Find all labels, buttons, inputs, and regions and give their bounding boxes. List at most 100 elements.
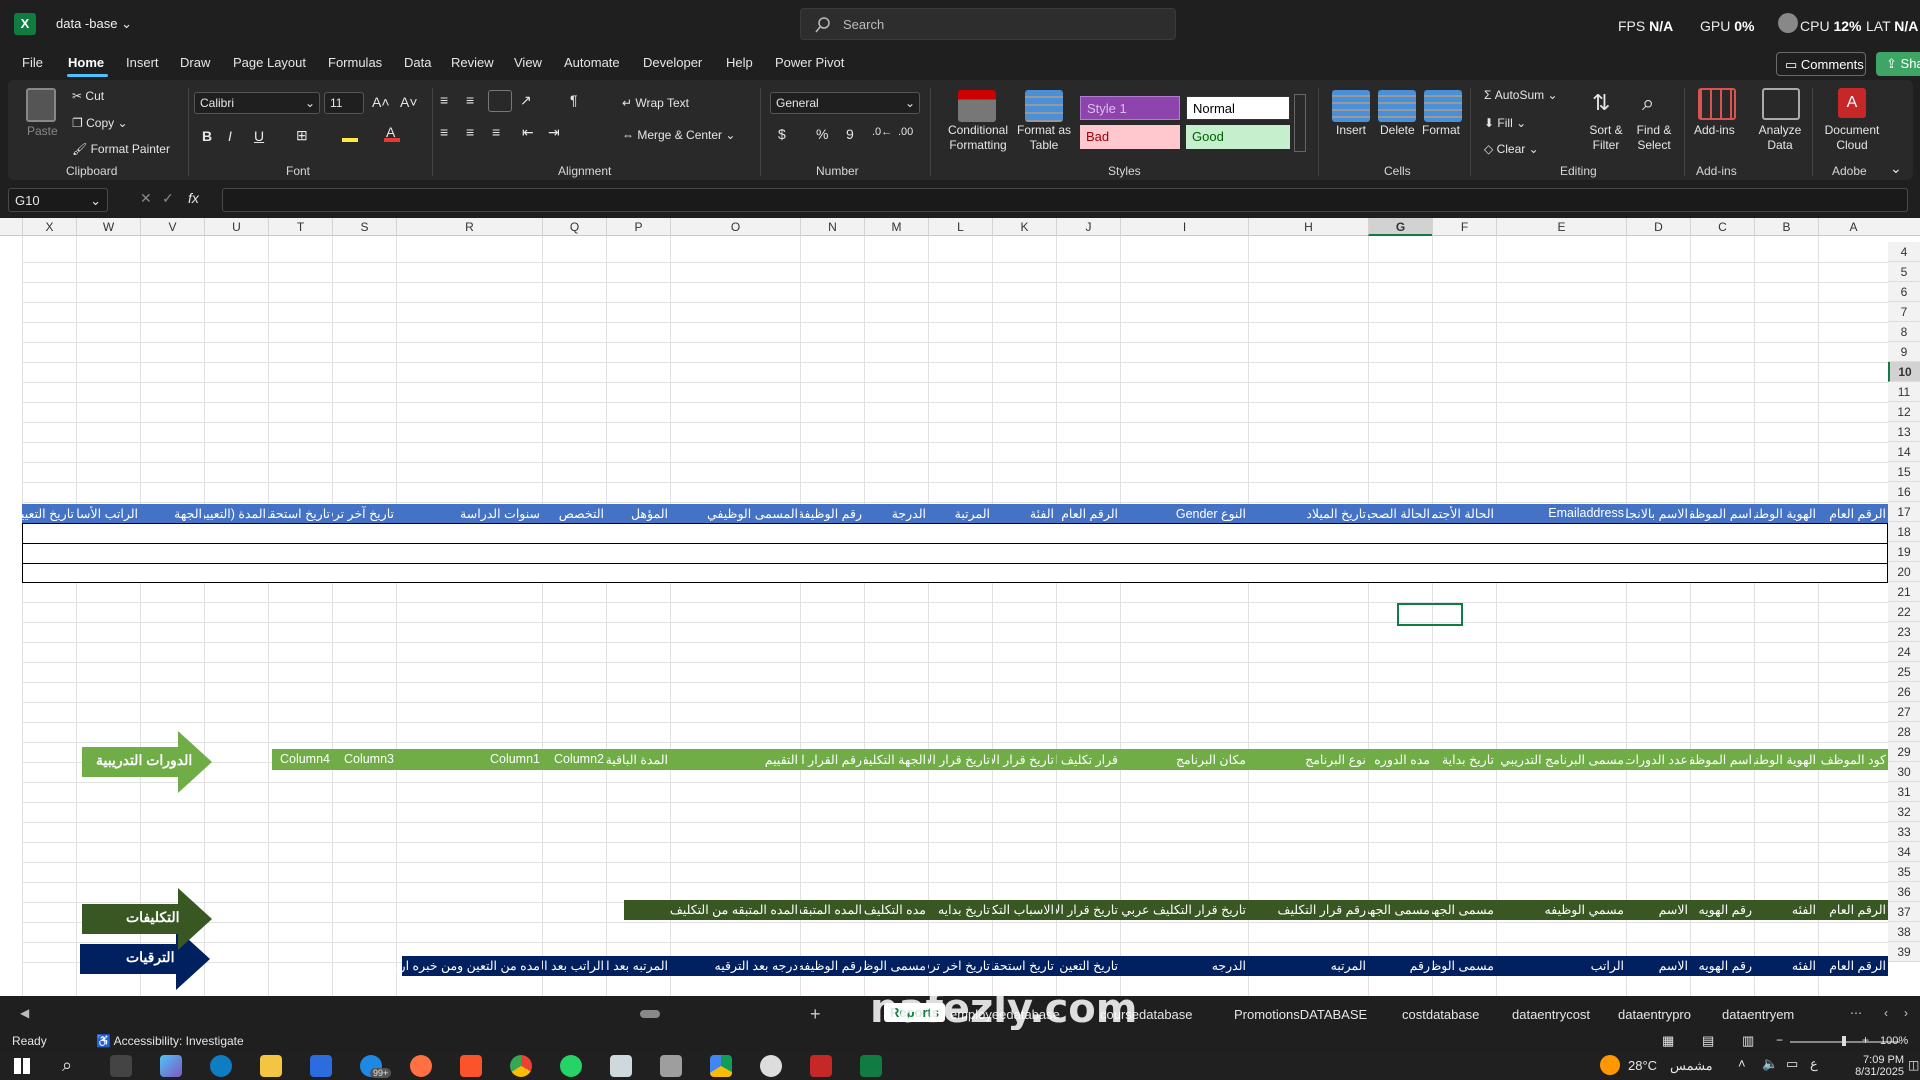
- column-header-u[interactable]: U: [204, 218, 268, 236]
- align-bottom-icon[interactable]: [488, 90, 512, 112]
- row-header-5[interactable]: 5: [1888, 262, 1920, 282]
- row-header-35[interactable]: 35: [1888, 862, 1920, 882]
- band-cell[interactable]: رقم الوظيفه: [800, 958, 862, 973]
- row-header-16[interactable]: 16: [1888, 482, 1920, 502]
- band-cell[interactable]: الحالة الصحية: [1368, 506, 1430, 521]
- avatar[interactable]: [1778, 13, 1798, 33]
- column-header-l[interactable]: L: [928, 218, 992, 236]
- row-header-18[interactable]: 18: [1888, 522, 1920, 542]
- column-header-x[interactable]: X: [22, 218, 76, 236]
- column-header-s[interactable]: S: [332, 218, 396, 236]
- zoom-out-icon[interactable]: −: [1776, 1033, 1783, 1047]
- row-header-15[interactable]: 15: [1888, 462, 1920, 482]
- row-header-31[interactable]: 31: [1888, 782, 1920, 802]
- whatsapp-icon[interactable]: [560, 1055, 582, 1077]
- collapse-ribbon-icon[interactable]: ⌄: [1890, 160, 1902, 177]
- tab-scroll-right-icon[interactable]: ›: [1904, 1006, 1908, 1020]
- band-cell[interactable]: المرتبه بعد الترقيه: [606, 958, 668, 973]
- menu-draw[interactable]: Draw: [180, 55, 210, 70]
- excel-icon[interactable]: X: [14, 13, 36, 35]
- page-break-view-icon[interactable]: ▥: [1742, 1033, 1754, 1049]
- column-header-n[interactable]: N: [800, 218, 864, 236]
- band-cell[interactable]: مسمى الجهه: [1368, 902, 1430, 917]
- delete-cells-icon[interactable]: [1378, 90, 1416, 122]
- band-cell[interactable]: اسم الموظف: [1690, 506, 1752, 521]
- band-cell[interactable]: الجهة التكليف: [864, 752, 926, 767]
- row-header-22[interactable]: 22: [1888, 602, 1920, 622]
- accessibility-status[interactable]: ♿ Accessibility: Investigate: [96, 1034, 244, 1048]
- insert-cells-icon[interactable]: [1332, 90, 1370, 122]
- align-left-icon[interactable]: ≡: [440, 124, 448, 140]
- chatgpt-icon[interactable]: [760, 1055, 782, 1077]
- band-cell[interactable]: رقم الهويه: [1690, 958, 1753, 973]
- band-cell[interactable]: الاسم بالانجليزي: [1626, 506, 1688, 521]
- fill-button[interactable]: ⬇ Fill ⌄: [1484, 116, 1526, 130]
- row-header-4[interactable]: 4: [1888, 242, 1920, 262]
- chrome-icon[interactable]: [510, 1055, 532, 1077]
- search-icon[interactable]: ⌕: [62, 1055, 72, 1076]
- menu-formulas[interactable]: Formulas: [328, 55, 382, 70]
- band-cell[interactable]: المسمى الوظيفي: [670, 506, 798, 521]
- row-header-14[interactable]: 14: [1888, 442, 1920, 462]
- band-cell[interactable]: تاريخ الميلاد: [1248, 506, 1366, 521]
- band-cell[interactable]: مسمى الوظيفه: [1432, 958, 1494, 973]
- band-cell[interactable]: الفئة: [992, 506, 1054, 521]
- row-header-21[interactable]: 21: [1888, 582, 1920, 602]
- column-header-o[interactable]: O: [670, 218, 800, 236]
- format-painter-button[interactable]: 🖌 Format Painter: [72, 142, 170, 156]
- style-normal-swatch[interactable]: Normal: [1186, 96, 1290, 120]
- grow-font-icon[interactable]: A˄: [372, 94, 390, 110]
- band-cell[interactable]: الدرجه: [1120, 958, 1246, 973]
- scroll-left-icon[interactable]: ◀: [20, 1006, 29, 1020]
- row-header-26[interactable]: 26: [1888, 682, 1920, 702]
- row-header-23[interactable]: 23: [1888, 622, 1920, 642]
- conditional-formatting-button[interactable]: Conditional Formatting: [940, 123, 1016, 153]
- analyze-data-button[interactable]: Analyze Data: [1756, 123, 1804, 153]
- windows-start-icon[interactable]: [14, 1058, 30, 1074]
- band-cell[interactable]: الحالة الأجتماعية: [1432, 506, 1494, 521]
- column-header-c[interactable]: C: [1690, 218, 1754, 236]
- band-cell[interactable]: سنوات الدراسة: [396, 506, 540, 521]
- brave-icon[interactable]: [460, 1055, 482, 1077]
- band-cell[interactable]: مده من التعين ومن خبره اربعه: [396, 958, 540, 973]
- analyze-data-icon[interactable]: [1762, 88, 1800, 120]
- comments-button[interactable]: ▭ Comments: [1776, 52, 1866, 76]
- zoom-level[interactable]: 100%: [1880, 1035, 1908, 1047]
- copy-button[interactable]: ❐ Copy ⌄: [72, 116, 128, 130]
- menu-help[interactable]: Help: [726, 55, 753, 70]
- row-header-36[interactable]: 36: [1888, 882, 1920, 902]
- name-box[interactable]: G10 ⌄: [8, 188, 108, 212]
- normal-view-icon[interactable]: ▦: [1662, 1033, 1674, 1049]
- decrease-indent-icon[interactable]: ⇤: [522, 124, 534, 141]
- clock[interactable]: 7:09 PM 8/31/2025: [1832, 1054, 1904, 1078]
- firefox-icon[interactable]: [410, 1055, 432, 1077]
- menu-file[interactable]: File: [22, 55, 43, 70]
- orientation-icon[interactable]: ↗: [520, 92, 532, 109]
- band-cell[interactable]: المؤهل: [606, 506, 668, 521]
- column-header-w[interactable]: W: [76, 218, 140, 236]
- row-header-38[interactable]: 38: [1888, 922, 1920, 942]
- band-cell[interactable]: مده الدوره: [1368, 752, 1430, 767]
- horizontal-scroll-thumb[interactable]: [640, 1010, 660, 1018]
- row-header-10[interactable]: 10: [1888, 362, 1920, 382]
- menu-automate[interactable]: Automate: [564, 55, 620, 70]
- zoom-in-icon[interactable]: +: [1862, 1033, 1869, 1047]
- copilot-icon[interactable]: [160, 1055, 182, 1077]
- band-cell[interactable]: الفئه: [1754, 958, 1816, 973]
- column-header-i[interactable]: I: [1120, 218, 1248, 236]
- style-bad-swatch[interactable]: Bad: [1080, 125, 1180, 149]
- selected-cell[interactable]: [1397, 603, 1463, 626]
- calculator-icon[interactable]: [660, 1055, 682, 1077]
- band-cell[interactable]: الاسم: [1626, 958, 1688, 973]
- row-header-19[interactable]: 19: [1888, 542, 1920, 562]
- worksheet-grid[interactable]: XWVUTSRQPONMLKJIHGFEDCBA 4 5 6 7 8 9 10 11 12 13 1…: [0, 218, 1920, 996]
- shrink-font-icon[interactable]: A˅: [400, 94, 418, 110]
- tray-chevron-icon[interactable]: ˄: [1738, 1056, 1746, 1071]
- band-cell[interactable]: درجه بعد الترقيه: [670, 958, 798, 973]
- band-cell[interactable]: المرتبه: [1248, 958, 1366, 973]
- share-button[interactable]: ⇪ Share: [1876, 52, 1920, 76]
- style-1-swatch[interactable]: Style 1: [1080, 96, 1180, 120]
- column-header-g[interactable]: G: [1368, 218, 1432, 236]
- borders-icon[interactable]: ⊞: [296, 127, 308, 144]
- band-cell[interactable]: النوع Gender: [1120, 506, 1246, 521]
